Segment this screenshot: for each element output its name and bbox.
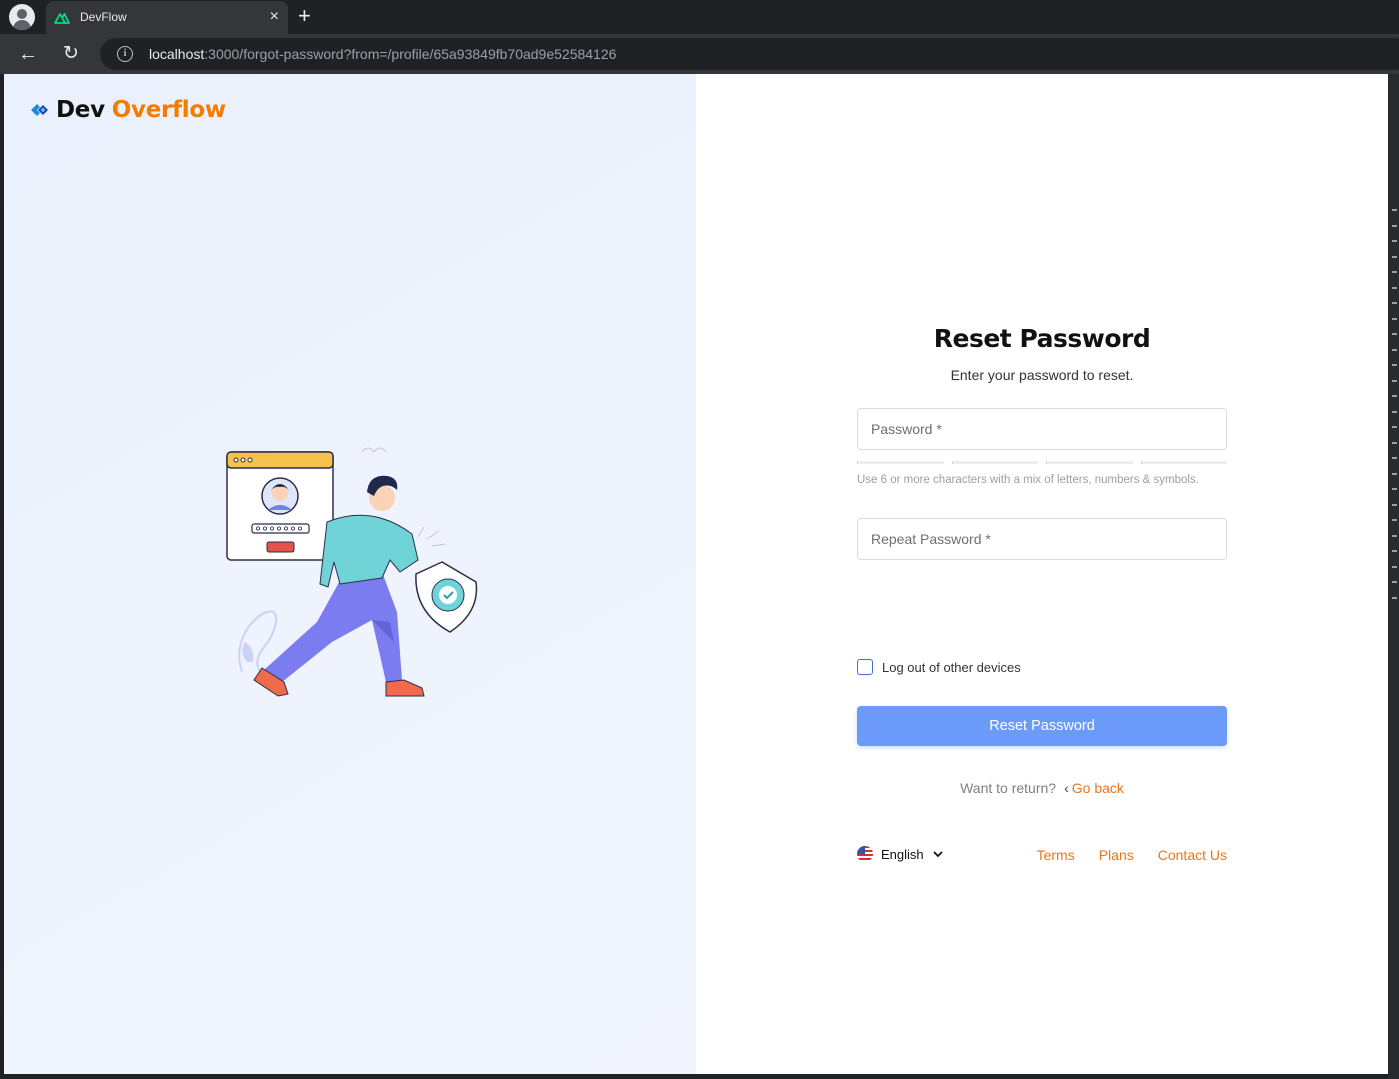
chevron-left-icon[interactable]: ‹ bbox=[1064, 780, 1069, 796]
devtools-row bbox=[1392, 519, 1397, 521]
chevron-down-icon[interactable] bbox=[933, 849, 943, 859]
strength-segment bbox=[1046, 461, 1133, 464]
us-flag-icon bbox=[857, 846, 873, 862]
devtools-row bbox=[1392, 503, 1397, 506]
devtools-row bbox=[1392, 534, 1397, 537]
footer-links: Terms Plans Contact Us bbox=[1037, 847, 1227, 863]
browser-tab[interactable]: DevFlow × bbox=[46, 1, 288, 34]
address-bar[interactable]: i localhost:3000/forgot-password?from=/p… bbox=[100, 38, 1399, 70]
site-info-icon[interactable]: i bbox=[117, 46, 133, 62]
close-tab-icon[interactable]: × bbox=[270, 7, 279, 27]
language-label[interactable]: English bbox=[881, 847, 924, 862]
devtools-row bbox=[1392, 395, 1397, 397]
reload-icon[interactable]: ↻ bbox=[59, 42, 83, 66]
devtools-row bbox=[1392, 364, 1397, 366]
devtools-row bbox=[1392, 550, 1397, 552]
devtools-row bbox=[1392, 379, 1397, 382]
url-text[interactable]: localhost:3000/forgot-password?from=/pro… bbox=[149, 46, 616, 62]
return-row: Want to return? ‹ Go back bbox=[857, 780, 1227, 796]
go-back-link[interactable]: Go back bbox=[1072, 780, 1124, 796]
devtools-row bbox=[1392, 317, 1397, 320]
auth-illustration-panel: Dev Overflow bbox=[4, 74, 696, 1074]
strength-segment bbox=[951, 461, 1038, 464]
devtools-row bbox=[1392, 240, 1397, 242]
devtools-row bbox=[1392, 255, 1397, 258]
return-prompt: Want to return? bbox=[960, 780, 1057, 796]
browser-tabbar: DevFlow × + bbox=[0, 0, 1399, 34]
devtools-row bbox=[1392, 348, 1397, 351]
new-tab-icon[interactable]: + bbox=[298, 4, 311, 28]
tab-title: DevFlow bbox=[80, 10, 127, 24]
devtools-row bbox=[1392, 302, 1397, 304]
password-input[interactable] bbox=[858, 409, 1226, 449]
nuxt-favicon-icon bbox=[54, 13, 70, 24]
repeat-password-field[interactable] bbox=[857, 518, 1227, 560]
logout-devices-option[interactable]: Log out of other devices bbox=[857, 658, 1021, 676]
devtools-row bbox=[1392, 224, 1397, 227]
strength-segment bbox=[857, 461, 944, 464]
devtools-row bbox=[1392, 333, 1397, 335]
plans-link[interactable]: Plans bbox=[1099, 847, 1134, 863]
password-field[interactable] bbox=[857, 408, 1227, 450]
devtools-panel-edge bbox=[1388, 74, 1399, 1079]
language-selector[interactable]: English bbox=[857, 846, 943, 862]
contact-us-link[interactable]: Contact Us bbox=[1158, 847, 1227, 863]
brand-logo[interactable]: Dev Overflow bbox=[28, 96, 226, 124]
url-path: :3000/forgot-password?from=/profile/65a9… bbox=[204, 46, 617, 62]
reset-password-button[interactable]: Reset Password bbox=[857, 706, 1227, 746]
devtools-row bbox=[1392, 426, 1397, 428]
devtools-row bbox=[1392, 472, 1397, 475]
repeat-password-input[interactable] bbox=[858, 519, 1226, 559]
profile-avatar-icon[interactable] bbox=[9, 4, 35, 30]
back-arrow-icon[interactable]: ← bbox=[16, 42, 40, 66]
devtools-row bbox=[1392, 581, 1397, 583]
devtools-row bbox=[1392, 457, 1397, 459]
devtools-row bbox=[1392, 271, 1397, 273]
logout-devices-label[interactable]: Log out of other devices bbox=[882, 660, 1021, 675]
browser-toolbar: ← ↻ i localhost:3000/forgot-password?fro… bbox=[0, 34, 1399, 74]
brand-name-accent: Overflow bbox=[111, 97, 226, 123]
strength-segment bbox=[1140, 461, 1227, 464]
devtools-row bbox=[1392, 209, 1397, 211]
password-strength-hint: Use 6 or more characters with a mix of l… bbox=[857, 474, 1199, 486]
page-title: Reset Password bbox=[933, 324, 1151, 353]
devtools-row bbox=[1392, 410, 1397, 413]
devoverflow-logo-icon bbox=[31, 104, 48, 116]
security-person-illustration bbox=[226, 447, 478, 697]
devtools-row bbox=[1392, 441, 1397, 444]
devtools-row bbox=[1392, 286, 1397, 289]
url-host: localhost bbox=[149, 46, 205, 62]
terms-link[interactable]: Terms bbox=[1037, 847, 1075, 863]
auth-footer: English Terms Plans Contact Us bbox=[857, 844, 1227, 868]
page-subtitle: Enter your password to reset. bbox=[950, 367, 1134, 383]
devtools-row bbox=[1392, 596, 1397, 599]
page-viewport: Dev Overflow Reset Password Enter your p… bbox=[4, 74, 1388, 1074]
brand-name: Dev bbox=[56, 97, 105, 123]
devtools-row bbox=[1392, 565, 1397, 568]
logout-devices-checkbox[interactable] bbox=[857, 659, 873, 675]
devtools-row bbox=[1392, 488, 1397, 490]
password-strength-meter bbox=[857, 461, 1227, 465]
